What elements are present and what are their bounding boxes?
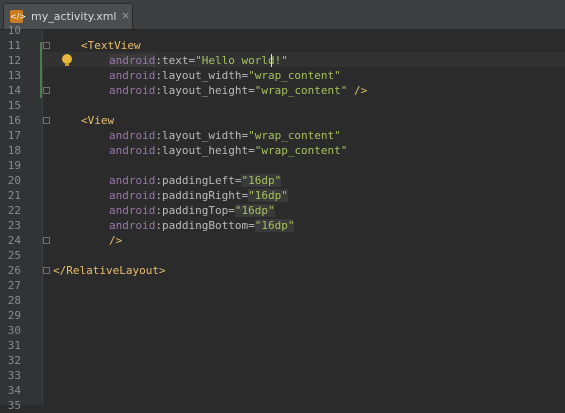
close-icon[interactable]: × <box>121 9 130 22</box>
attribute: :layout_height= <box>155 144 255 157</box>
text-caret <box>271 54 272 67</box>
namespace: android <box>109 174 156 187</box>
tag-end: /> <box>347 84 368 97</box>
tag-end: /> <box>109 234 123 247</box>
fold-toggle-icon[interactable] <box>43 117 50 124</box>
code-line-16: <View <box>81 113 114 128</box>
attribute-value: "16dp" <box>234 204 275 217</box>
code-line-11: <TextView <box>81 38 141 53</box>
line-number: 33 <box>7 369 21 382</box>
code-line-22: android:paddingTop="16dp" <box>109 203 275 218</box>
line-number: 32 <box>7 354 21 367</box>
line-number: 28 <box>7 294 21 307</box>
fold-end-icon[interactable] <box>43 87 50 94</box>
line-number: 22 <box>7 204 21 217</box>
attribute: :paddingBottom= <box>155 219 255 232</box>
namespace: android <box>109 54 156 67</box>
line-number: 15 <box>7 99 21 112</box>
xml-closing-tag: </RelativeLayout> <box>53 264 166 277</box>
code-line-24: /> <box>109 233 122 248</box>
line-number: 30 <box>7 324 21 337</box>
attribute: :text= <box>155 54 196 67</box>
change-marker <box>40 42 42 98</box>
tab-label: my_activity.xml <box>31 10 117 23</box>
line-number: 27 <box>7 279 21 292</box>
line-number: 19 <box>7 159 21 172</box>
line-number: 21 <box>7 189 21 202</box>
namespace: android <box>109 219 156 232</box>
attribute-value: "Hello world!" <box>195 54 288 67</box>
code-line-14: android:layout_height="wrap_content" /> <box>109 83 367 98</box>
code-line-12: android:text="Hello world!" <box>109 53 288 68</box>
editor-tab-bar: </> my_activity.xml × <box>0 0 565 30</box>
line-number: 13 <box>7 69 21 82</box>
fold-toggle-icon[interactable] <box>43 42 50 49</box>
line-number: 29 <box>7 309 21 322</box>
xml-file-icon: </> <box>10 10 27 23</box>
attribute: :paddingLeft= <box>155 174 242 187</box>
line-number: 11 <box>7 39 21 52</box>
code-line-18: android:layout_height="wrap_content" <box>109 143 347 158</box>
attribute-value: "wrap_content" <box>254 144 348 157</box>
namespace: android <box>109 189 156 202</box>
code-line-13: android:layout_width="wrap_content" <box>109 68 341 83</box>
line-number: 10 <box>7 24 21 37</box>
namespace: android <box>109 129 156 142</box>
attribute: :paddingTop= <box>155 204 235 217</box>
code-line-21: android:paddingRight="16dp" <box>109 188 288 203</box>
attribute-value: "wrap_content" <box>248 129 341 142</box>
tab-my-activity-xml[interactable]: </> my_activity.xml × <box>3 3 133 29</box>
line-number: 16 <box>7 114 21 127</box>
line-number: 24 <box>7 234 21 247</box>
namespace: android <box>109 84 156 97</box>
line-number: 25 <box>7 249 21 262</box>
attribute: :layout_width= <box>155 129 249 142</box>
code-line-23: android:paddingBottom="16dp" <box>109 218 295 233</box>
attribute-value: "wrap_content" <box>254 84 348 97</box>
line-number: 31 <box>7 339 21 352</box>
line-number: 18 <box>7 144 21 157</box>
attribute-value: "16dp" <box>248 189 288 202</box>
attribute: :layout_width= <box>155 69 249 82</box>
attribute: :layout_height= <box>155 84 255 97</box>
xml-tag: <TextView <box>81 39 141 52</box>
lightbulb-intention-icon[interactable] <box>62 54 72 66</box>
namespace: android <box>109 204 156 217</box>
line-number: 23 <box>7 219 21 232</box>
xml-tag: <View <box>81 114 115 127</box>
code-line-17: android:layout_width="wrap_content" <box>109 128 341 143</box>
line-number: 12 <box>7 54 21 67</box>
code-line-20: android:paddingLeft="16dp" <box>109 173 282 188</box>
line-number: 20 <box>7 174 21 187</box>
line-number: 17 <box>7 129 21 142</box>
fold-end-icon[interactable] <box>43 267 50 274</box>
line-number: 35 <box>7 399 21 412</box>
code-editor[interactable]: 10 11 12 13 14 15 16 17 18 19 20 21 22 2… <box>0 24 565 412</box>
namespace: android <box>109 69 156 82</box>
attribute-value: "16dp" <box>254 219 295 232</box>
attribute-value: "16dp" <box>241 174 282 187</box>
attribute: :paddingRight= <box>155 189 249 202</box>
namespace: android <box>109 144 156 157</box>
line-number: 34 <box>7 384 21 397</box>
line-number: 26 <box>7 264 21 277</box>
line-number: 14 <box>7 84 21 97</box>
attribute-value: "wrap_content" <box>248 69 341 82</box>
fold-end-icon[interactable] <box>43 237 50 244</box>
code-line-26: </RelativeLayout> <box>53 263 166 278</box>
